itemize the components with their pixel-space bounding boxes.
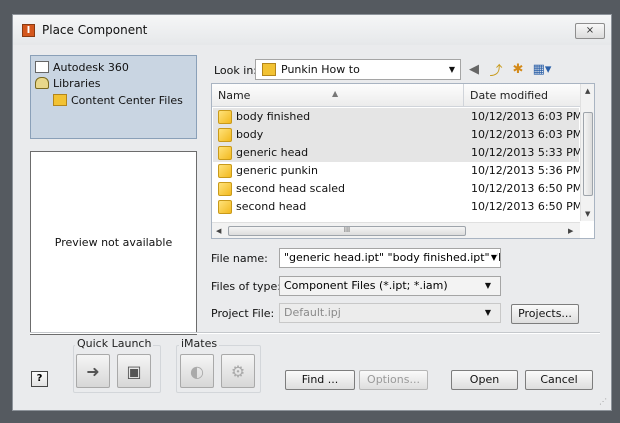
file-date: 10/12/2013 5:36 PM [471,164,583,177]
resize-grip-icon[interactable]: ⋰ [599,397,607,406]
file-name: second head [236,200,307,213]
back-icon[interactable]: ◀ [465,60,483,78]
chevron-down-icon: ▼ [448,65,455,74]
imates-title: iMates [179,337,220,350]
place-from-content-center-icon[interactable]: ➜ [76,354,110,388]
new-folder-icon[interactable]: ✱ [509,60,527,78]
scroll-up-icon[interactable]: ▲ [585,87,590,95]
place-component-dialog: I Place Component ⨯ Autodesk 360 Librari… [12,14,612,411]
file-date: 10/12/2013 5:33 PM [471,146,583,159]
file-row[interactable]: body finished 10/12/2013 6:03 PM [213,108,583,126]
chevron-down-icon[interactable]: ▼ [488,249,497,267]
title-bar: I Place Component ⨯ [13,15,611,45]
scroll-left-icon[interactable]: ◀ [216,227,221,235]
find-button[interactable]: Find ... [285,370,355,390]
part-file-icon [218,164,232,178]
file-row[interactable]: second head scaled 10/12/2013 6:50 PM [213,180,583,198]
chevron-down-icon: ▼ [484,308,491,317]
file-date: 10/12/2013 6:03 PM [471,128,583,141]
place-content-center-files[interactable]: Content Center Files [53,92,183,108]
file-list-header: Name ▲ Date modified [212,84,580,107]
look-in-label: Look in: [214,64,257,77]
preview-message: Preview not available [54,236,173,249]
look-in-dropdown[interactable]: Punkin How to ▼ [255,59,461,80]
file-date: 10/12/2013 6:50 PM [471,200,583,213]
folder-icon [53,94,67,106]
scroll-right-icon[interactable]: ▶ [568,227,573,235]
column-label: Name [218,89,251,102]
place-label: Libraries [53,76,101,90]
up-folder-icon[interactable]: ⤴ [487,60,505,79]
imate-icon: ◐ [180,354,214,388]
sort-ascending-icon: ▲ [332,89,339,98]
interactive-imate-icon: ⚙ [221,354,255,388]
file-date: 10/12/2013 6:03 PM [471,110,583,123]
file-name: generic head [236,146,309,159]
folder-icon [262,63,276,76]
place-label: Content Center Files [71,93,183,107]
files-of-type-label: Files of type: [211,280,282,293]
look-in-value: Punkin How to [281,63,360,76]
part-file-icon [218,200,232,214]
file-list[interactable]: Name ▲ Date modified body finished 10/12… [211,83,595,239]
place-libraries[interactable]: Libraries [35,75,101,91]
options-button: Options... [359,370,428,390]
file-name: second head scaled [236,182,346,195]
projects-button[interactable]: Projects... [511,304,579,324]
file-name-label: File name: [211,252,268,265]
part-file-icon [218,182,232,196]
dialog-title: Place Component [42,23,148,37]
file-date: 10/12/2013 6:50 PM [471,182,583,195]
part-file-icon [218,146,232,160]
project-file-label: Project File: [211,307,275,320]
quick-launch-title: Quick Launch [75,337,154,350]
places-panel: Autodesk 360 Libraries Content Center Fi… [30,55,197,139]
cancel-button[interactable]: Cancel [525,370,593,390]
file-name: body [236,128,264,141]
vertical-scrollbar[interactable]: ▲ ▼ [580,84,594,221]
libraries-icon [35,77,49,89]
scroll-down-icon[interactable]: ▼ [585,210,590,218]
open-button[interactable]: Open [451,370,518,390]
separator [30,332,600,334]
close-button[interactable]: ⨯ [575,23,605,39]
chevron-down-icon: ▼ [484,281,491,290]
part-file-icon [218,128,232,142]
file-name: generic punkin [236,164,318,177]
column-header-date-modified[interactable]: Date modified [464,84,580,106]
vertical-scroll-thumb[interactable] [583,112,593,196]
file-row[interactable]: generic punkin 10/12/2013 5:36 PM [213,162,583,180]
file-name: body finished [236,110,311,123]
place-ilogic-component-icon[interactable]: ▣ [117,354,151,388]
inventor-app-icon: I [22,24,35,37]
part-file-icon [218,110,232,124]
views-menu-icon[interactable]: ▦▾ [531,60,553,78]
place-label: Autodesk 360 [53,60,129,74]
project-file-dropdown: Default.ipj ▼ [279,303,501,323]
files-of-type-dropdown[interactable]: Component Files (*.ipt; *.iam) ▼ [279,276,501,296]
horizontal-scrollbar[interactable]: ◀ III ▶ [212,222,580,238]
help-button[interactable]: ? [31,371,48,387]
a360-icon [35,61,49,73]
horizontal-scroll-thumb[interactable]: III [228,226,466,236]
file-row[interactable]: second head 10/12/2013 6:50 PM [213,198,583,216]
preview-pane: Preview not available [30,151,197,335]
file-name-value: "generic head.ipt" "body finished.ipt" "… [284,251,500,264]
column-header-name[interactable]: Name ▲ [212,84,464,106]
place-autodesk-360[interactable]: Autodesk 360 [35,59,129,75]
files-of-type-value: Component Files (*.ipt; *.iam) [284,279,448,292]
file-row[interactable]: body 10/12/2013 6:03 PM [213,126,583,144]
file-row[interactable]: generic head 10/12/2013 5:33 PM [213,144,583,162]
file-name-input[interactable]: "generic head.ipt" "body finished.ipt" "… [279,248,501,268]
project-file-value: Default.ipj [284,306,341,319]
